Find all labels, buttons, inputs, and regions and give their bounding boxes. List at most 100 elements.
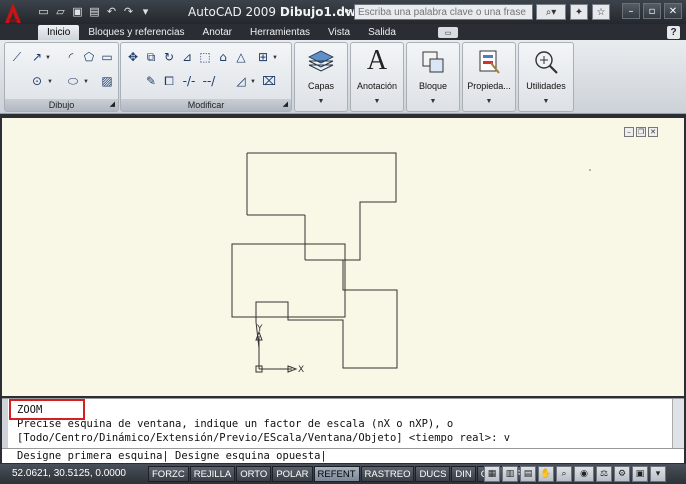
open-icon[interactable]: ▱ <box>53 4 68 19</box>
tab-anotar[interactable]: Anotar <box>194 25 241 40</box>
redo-icon[interactable]: ↷ <box>121 4 136 19</box>
coordinates-readout[interactable]: 52.0621, 30.5125, 0.0000 <box>12 468 126 479</box>
minimize-icon[interactable]: – <box>622 3 640 19</box>
tab-vista[interactable]: Vista <box>319 25 359 40</box>
steering-wheel-icon[interactable]: ◉ <box>574 466 594 482</box>
help-icon[interactable]: ? <box>667 26 680 39</box>
status-icons: ▦ ▥ ▤ ✋ ⌕ ◉ ⚖ ⚙ ▣ ▾ <box>484 466 666 482</box>
command-grip-handle[interactable] <box>2 399 8 449</box>
pan-icon[interactable]: ✋ <box>538 466 554 482</box>
layout-icon[interactable]: ▥ <box>502 466 518 482</box>
zoom-icon[interactable]: ⌕ <box>556 466 572 482</box>
toggle-polar[interactable]: POLAR <box>272 466 313 482</box>
toggle-refent[interactable]: REFENT <box>313 466 360 482</box>
favorites-star-icon[interactable]: ☆ <box>592 4 610 20</box>
command-line-3: [Todo/Centro/Dinámico/Extensión/Previo/E… <box>17 432 511 444</box>
toggle-rejilla[interactable]: REJILLA <box>189 466 236 482</box>
extend-icon[interactable]: --/ <box>201 73 217 89</box>
chamfer-icon[interactable]: ◿ <box>233 73 249 89</box>
drawing-svg: Y X <box>231 152 591 375</box>
line-icon[interactable]: ⟋ <box>9 49 25 65</box>
tab-salida[interactable]: Salida <box>359 25 405 40</box>
qat-dropdown-icon[interactable]: ▾ <box>138 4 153 19</box>
drawing-close-icon[interactable]: ✕ <box>648 127 658 137</box>
polygon-icon[interactable]: ⬠ <box>81 49 97 65</box>
tab-herramientas[interactable]: Herramientas <box>241 25 319 40</box>
copy-icon[interactable]: ⧉ <box>143 49 159 65</box>
fillet-icon[interactable]: ⧠ <box>161 73 177 89</box>
toggle-forzc[interactable]: FORZC <box>148 466 189 482</box>
layout2-icon[interactable]: ▤ <box>520 466 536 482</box>
drawing-canvas[interactable]: Y X – ❐ ✕ <box>2 118 684 396</box>
save-icon[interactable]: ▣ <box>70 4 85 19</box>
drawing-window-controls: – ❐ ✕ <box>624 127 658 137</box>
mirror-icon[interactable]: ⊿ <box>179 49 195 65</box>
undo-icon[interactable]: ↶ <box>104 4 119 19</box>
ribbon-minimize-icon[interactable]: ▭ <box>438 27 458 38</box>
offset-pencil-icon[interactable]: ✎ <box>143 73 159 89</box>
annotation-scale-icon[interactable]: ⚖ <box>596 466 612 482</box>
trim-icon[interactable]: -/- <box>181 73 197 89</box>
panel-label-utilidades: Utilidades <box>526 81 566 91</box>
command-scrollbar[interactable] <box>672 399 684 449</box>
drawing-minimize-icon[interactable]: – <box>624 127 634 137</box>
communication-center-icon[interactable]: ✦ <box>570 4 588 20</box>
panel-capas[interactable]: Capas ▼ <box>294 42 348 112</box>
lock-icon[interactable]: ▣ <box>632 466 648 482</box>
new-icon[interactable]: ▭ <box>36 4 51 19</box>
close-icon[interactable]: ✕ <box>664 3 682 19</box>
circle-icon[interactable]: ⊙ <box>29 73 45 89</box>
panel-bloque[interactable]: Bloque ▼ <box>406 42 460 112</box>
stretch-icon[interactable]: ⬚ <box>197 49 213 65</box>
plot-icon[interactable]: ▤ <box>87 4 102 19</box>
ellipse-dropdown-icon[interactable]: ▼ <box>83 79 89 85</box>
layers-icon <box>308 50 334 72</box>
erase-icon[interactable]: ⌧ <box>261 73 277 89</box>
circle-dropdown-icon[interactable]: ▼ <box>47 79 53 85</box>
statusbar-menu-icon[interactable]: ▾ <box>650 466 666 482</box>
array-icon[interactable]: ⌂ <box>215 49 231 65</box>
rectangle-icon[interactable]: ▭ <box>99 49 115 65</box>
toggle-din[interactable]: DIN <box>451 466 476 482</box>
drawing-restore-icon[interactable]: ❐ <box>636 127 646 137</box>
panel-title-dibujo[interactable]: Dibujo ◢ <box>5 99 118 111</box>
hatch-icon[interactable]: ▨ <box>99 73 115 89</box>
toggle-ducs[interactable]: DUCS <box>415 466 451 482</box>
tab-inicio[interactable]: Inicio <box>38 25 80 40</box>
anotacion-dropdown-icon[interactable]: ▼ <box>374 98 381 105</box>
panel-title-modificar[interactable]: Modificar ◢ <box>121 99 291 111</box>
rotate-icon[interactable]: ↻ <box>161 49 177 65</box>
stray-point <box>589 169 591 171</box>
polyline-icon[interactable]: ↗ <box>29 49 45 65</box>
search-binoculars-icon[interactable]: ⌕▾ <box>536 4 566 20</box>
propiedades-dropdown-icon[interactable]: ▼ <box>486 98 493 105</box>
ribbon: ⟋ ↗ ▼ ◜ ⬠ ▭ ⊙ ▼ ⬭ ▼ ▨ Dibujo ◢ ✥ ⧉ ↻ ⊿ ⬚ … <box>0 40 686 114</box>
polyline-dropdown-icon[interactable]: ▼ <box>45 55 51 61</box>
maximize-icon[interactable]: ▫ <box>643 3 661 19</box>
scale-icon[interactable]: △ <box>233 49 249 65</box>
search-expand-icon[interactable]: ▸ <box>345 5 350 16</box>
panel-anotacion[interactable]: A Anotación ▼ <box>350 42 404 112</box>
explode-dropdown-icon[interactable]: ▼ <box>272 55 278 61</box>
workspace-icon[interactable]: ⚙ <box>614 466 630 482</box>
search-input[interactable] <box>354 4 533 20</box>
panel-label-anotacion: Anotación <box>356 81 398 91</box>
ellipse-icon[interactable]: ⬭ <box>65 73 81 89</box>
utilidades-dropdown-icon[interactable]: ▼ <box>543 98 550 105</box>
command-history: ZOOM Precise esquina de ventana, indique… <box>2 398 684 449</box>
command-prompt[interactable]: Designe primera esquina| Designe esquina… <box>2 448 684 463</box>
zoom-highlight-box <box>9 399 85 420</box>
move-icon[interactable]: ✥ <box>125 49 141 65</box>
tab-bloques-y-referencias[interactable]: Bloques y referencias <box>79 25 193 40</box>
toggle-rastreo[interactable]: RASTREO <box>360 466 415 482</box>
bloque-dropdown-icon[interactable]: ▼ <box>430 98 437 105</box>
arc-icon[interactable]: ◜ <box>63 49 79 65</box>
capas-dropdown-icon[interactable]: ▼ <box>318 98 325 105</box>
toggle-orto[interactable]: ORTO <box>236 466 272 482</box>
chamfer-dropdown-icon[interactable]: ▼ <box>250 79 256 85</box>
command-prompt-text: Designe primera esquina| Designe esquina… <box>17 450 327 462</box>
explode-icon[interactable]: ⊞ <box>255 49 271 65</box>
panel-utilidades[interactable]: Utilidades ▼ <box>518 42 574 112</box>
model-space-icon[interactable]: ▦ <box>484 466 500 482</box>
panel-propiedades[interactable]: Propieda... ▼ <box>462 42 516 112</box>
